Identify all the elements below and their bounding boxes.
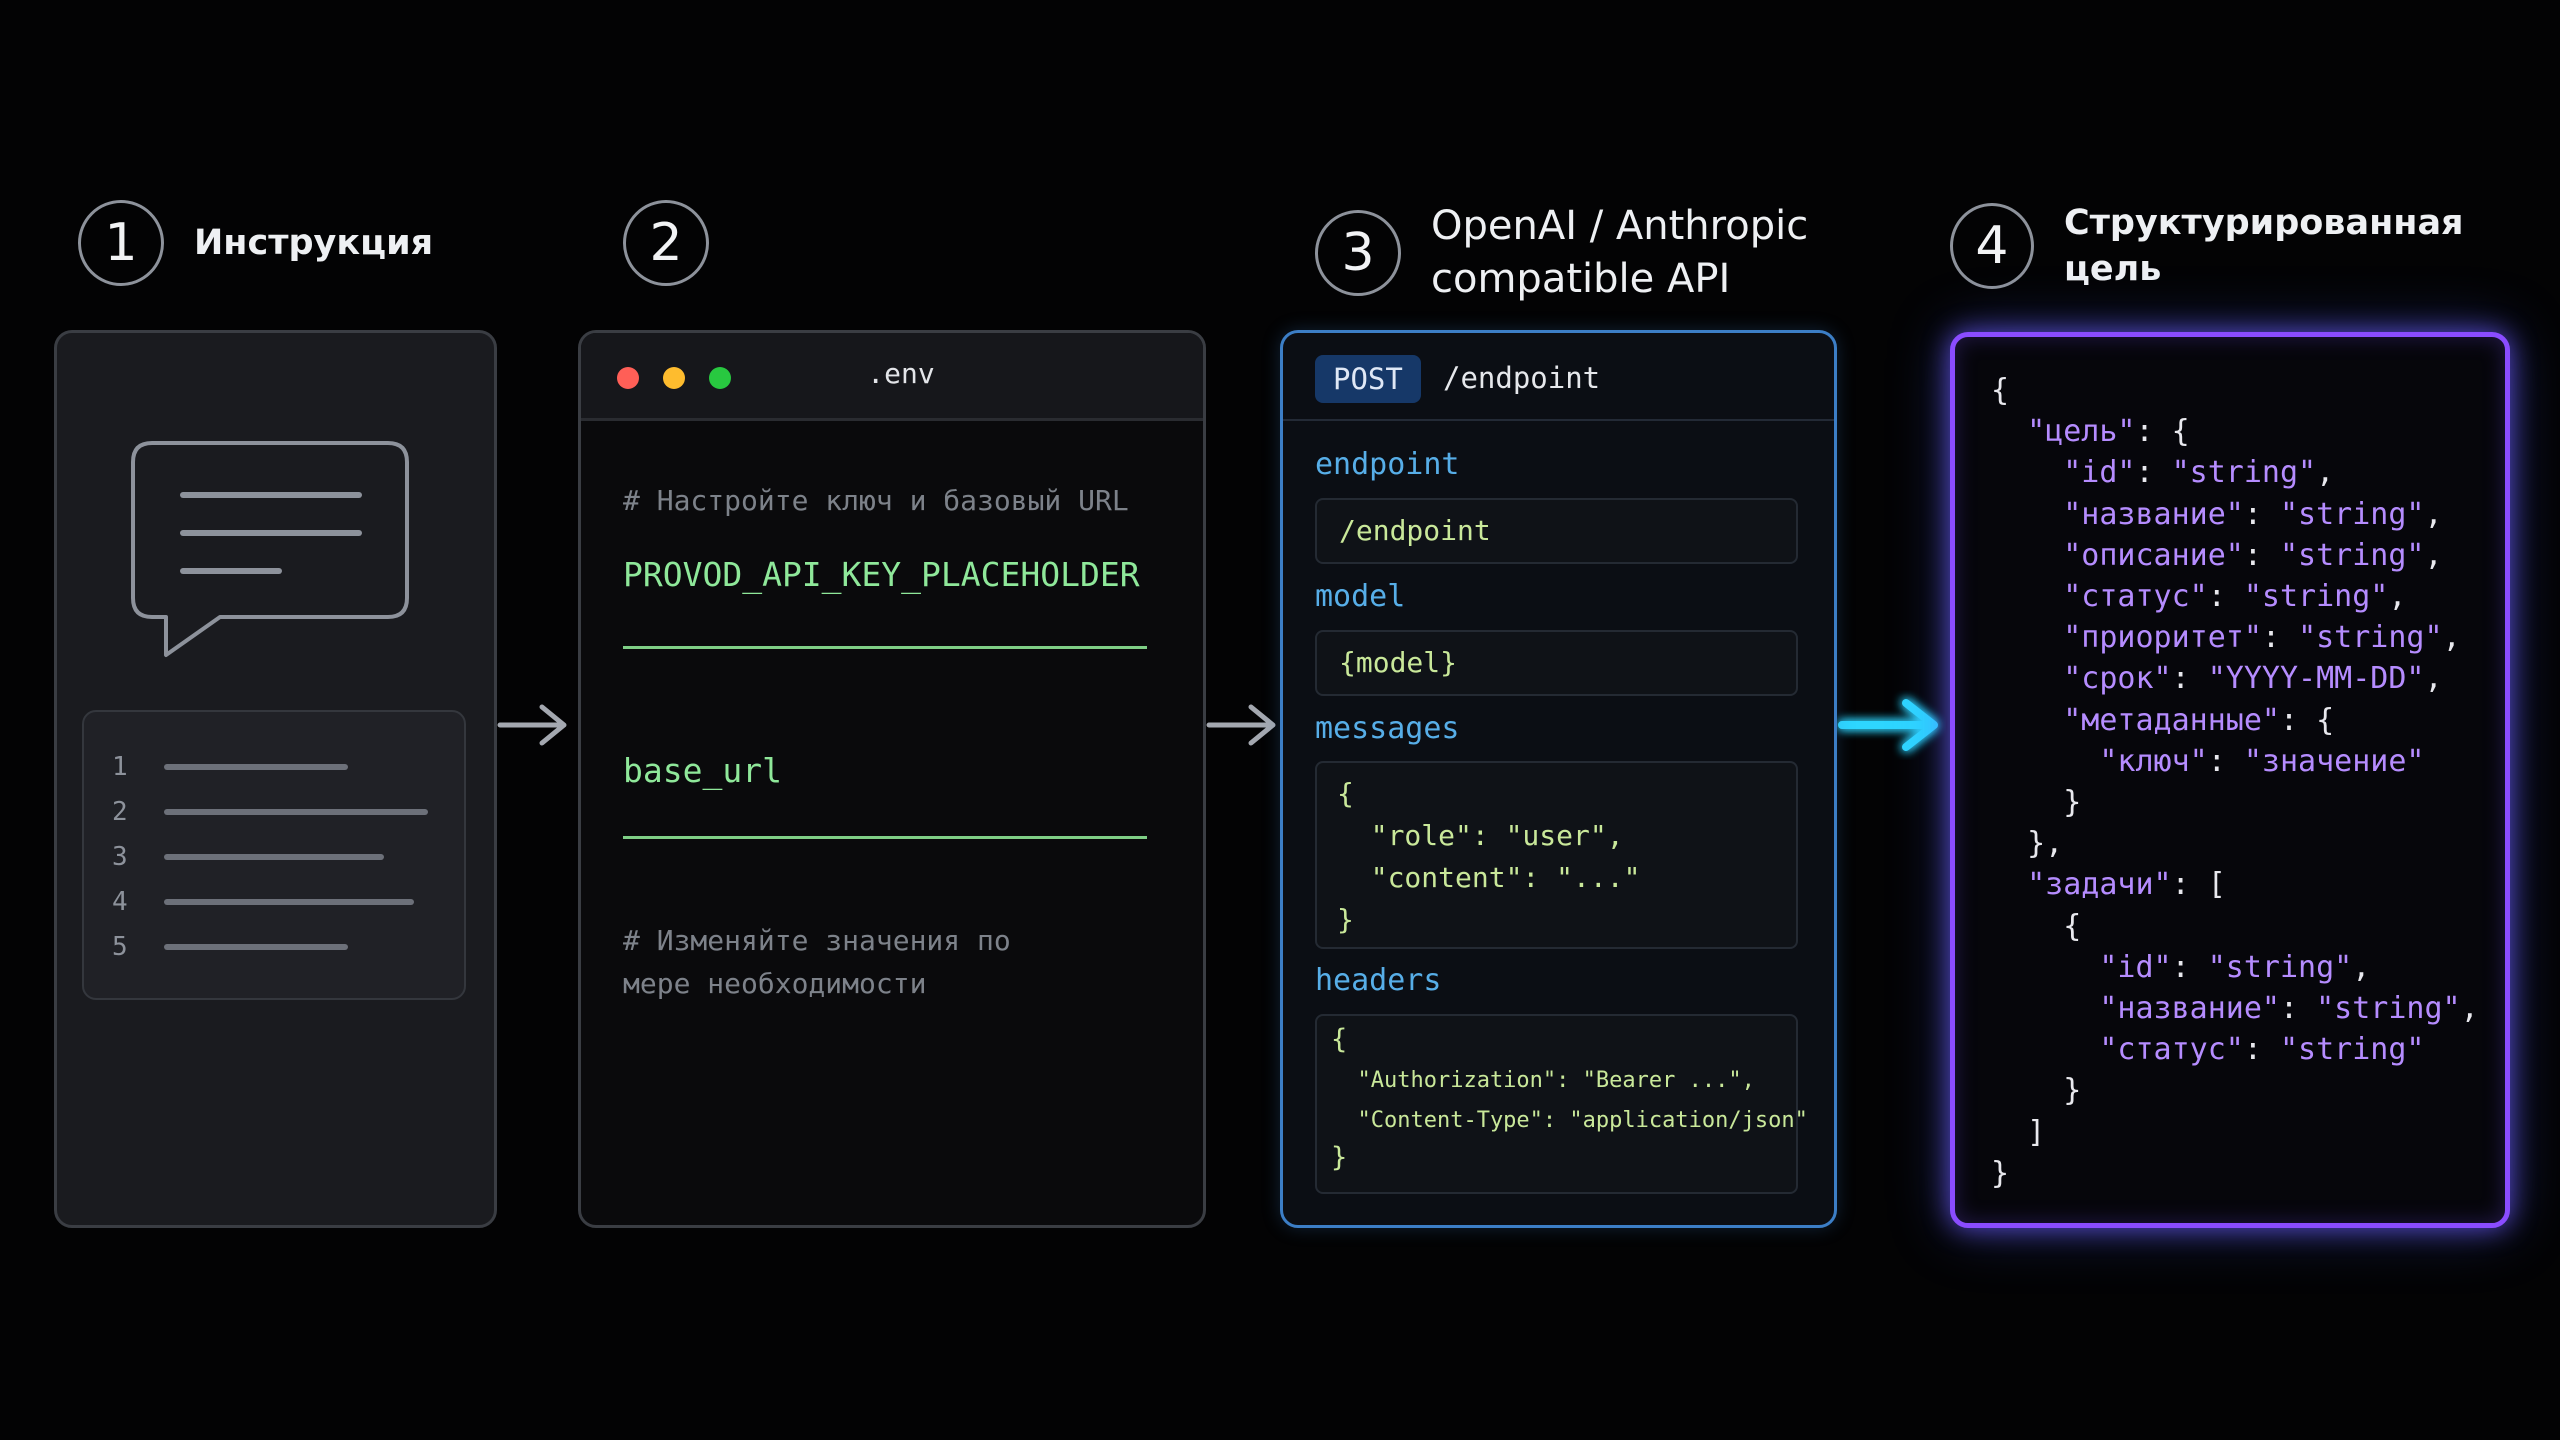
json-line: "ключ": "значение" [2099, 743, 2425, 779]
chat-bubble-icon [131, 441, 409, 657]
headers-line: "Authorization": "Bearer ...", [1331, 1068, 1755, 1093]
messages-line: "role": "user", [1337, 819, 1624, 852]
messages-line: "content": "..." [1337, 861, 1641, 894]
messages-label: messages [1315, 711, 1460, 746]
pipeline-diagram: 1 Инструкция 2 3 OpenAI / Anthropic comp… [0, 0, 2560, 1440]
api-request-panel: POST /endpoint endpoint /endpoint model … [1280, 330, 1837, 1228]
headers-line: { [1331, 1024, 1348, 1055]
messages-line: } [1337, 903, 1354, 936]
env-panel: .env # Настройте ключ и базовый URL PROV… [578, 330, 1206, 1228]
api-request-header: POST /endpoint [1283, 333, 1834, 421]
list-item: 5 [112, 932, 348, 962]
list-item-number: 2 [112, 797, 128, 827]
list-item-number: 3 [112, 842, 128, 872]
headers-line: } [1331, 1142, 1348, 1173]
list-item-number: 1 [112, 752, 128, 782]
model-label: model [1315, 579, 1406, 614]
headers-line: "Content-Type": "application/json" [1331, 1108, 1808, 1133]
json-line: } [1991, 785, 2082, 820]
step-1-number: 1 [78, 200, 164, 286]
list-item: 1 [112, 752, 348, 782]
json-line: ] [1991, 1114, 2046, 1150]
json-line: "id": "string", [2063, 455, 2335, 491]
endpoint-value: /endpoint [1339, 514, 1491, 547]
env-comment-bottom-line1: # Изменяйте значения по [623, 924, 1011, 957]
step-3-label: OpenAI / Anthropic compatible API [1431, 200, 1808, 306]
structured-goal-panel: { "цель": { "id": "string", "название": … [1950, 332, 2510, 1228]
env-base-url: base_url [623, 751, 782, 790]
list-item-number: 5 [112, 932, 128, 962]
json-line: } [1991, 1073, 2082, 1109]
endpoint-field[interactable]: /endpoint [1315, 498, 1798, 564]
list-item-number: 4 [112, 887, 128, 917]
env-api-key-field-underline[interactable] [623, 646, 1147, 649]
env-comment-top: # Настройте ключ и базовый URL [623, 484, 1129, 517]
window-title: .env [867, 357, 935, 390]
model-value: {model} [1339, 646, 1458, 679]
json-line: "задачи": [ [2027, 867, 2226, 903]
step-4-number: 4 [1950, 203, 2034, 290]
env-comment-bottom: # Изменяйте значения по мере необходимос… [623, 919, 1011, 1006]
step-3-label-line2: compatible API [1431, 255, 1731, 302]
model-field[interactable]: {model} [1315, 630, 1798, 696]
arrow-right-icon [1206, 704, 1276, 746]
step-3-number: 3 [1315, 209, 1401, 296]
json-line: "статус": "string", [2063, 579, 2407, 614]
step-2-number: 2 [623, 200, 709, 286]
step-2-header: 2 [623, 200, 739, 286]
json-line: "описание": "string", [2063, 537, 2443, 573]
env-comment-bottom-line2: мере необходимости [623, 967, 927, 1001]
step-4-header: 4 Структурированная цель [1950, 200, 2560, 292]
json-line: }, [1991, 826, 2064, 862]
json-line: "id": "string", [2099, 949, 2371, 985]
messages-field[interactable]: { "role": "user", "content": "..." } [1315, 761, 1798, 949]
step-3-label-line1: OpenAI / Anthropic [1431, 203, 1809, 249]
env-base-url-field-underline[interactable] [623, 836, 1147, 839]
step-1-label: Инструкция [194, 222, 434, 263]
json-line: { [1991, 373, 2010, 408]
headers-field[interactable]: { "Authorization": "Bearer ...", "Conten… [1315, 1014, 1808, 1194]
messages-line: { [1337, 777, 1354, 810]
json-line: "приоритет": "string", [2063, 620, 2461, 656]
step-1-header: 1 Инструкция [78, 200, 433, 286]
json-line: "название": "string", [2099, 991, 2479, 1026]
list-item: 4 [112, 887, 414, 917]
step-3-header: 3 OpenAI / Anthropic compatible API [1315, 200, 1808, 306]
endpoint-label: endpoint [1315, 447, 1460, 482]
numbered-list-icon: 1 2 3 4 5 [82, 710, 466, 1000]
list-item: 2 [112, 797, 428, 827]
json-line: "цель": { [2027, 414, 2190, 450]
api-path: /endpoint [1443, 361, 1601, 395]
json-line: "статус": "string" [2099, 1032, 2425, 1068]
http-method-badge: POST [1315, 355, 1421, 403]
json-line: "срок": "YYYY-MM-DD", [2063, 661, 2443, 697]
window-titlebar: .env [581, 333, 1203, 421]
json-line: "метаданные": { [2063, 702, 2335, 738]
json-line: "название": "string", [2063, 496, 2443, 532]
json-line: } [1991, 1155, 2010, 1191]
step-4-label: Структурированная цель [2063, 203, 2464, 290]
headers-label: headers [1315, 963, 1442, 998]
glowing-arrow-right-icon [1838, 699, 1938, 751]
json-line: { [1991, 908, 2082, 944]
arrow-right-icon [497, 704, 567, 746]
env-api-key: PROVOD_API_KEY_PLACEHOLDER [623, 555, 1140, 594]
list-item: 3 [112, 842, 384, 872]
